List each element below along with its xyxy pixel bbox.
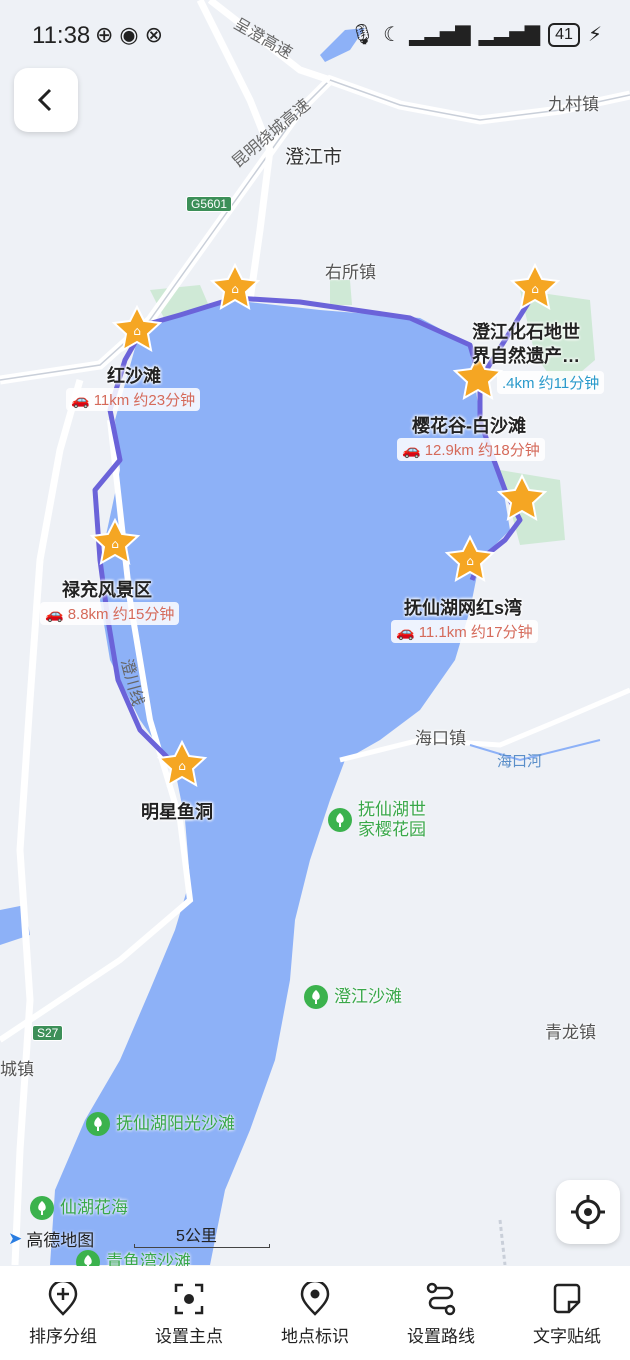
svg-text:⌂: ⌂ <box>466 554 474 568</box>
poi-park[interactable]: 抚仙湖世 家樱花园 <box>328 800 426 840</box>
stop-label[interactable]: 明星鱼洞 <box>141 798 213 824</box>
svg-text:⌂: ⌂ <box>111 537 119 551</box>
park-label: 仙湖花海 <box>60 1198 128 1217</box>
road-shield: S27 <box>32 1025 64 1041</box>
svg-text:⌂: ⌂ <box>133 324 141 338</box>
toolbar-set-main-point-button[interactable]: 设置主点 <box>126 1266 252 1360</box>
car-icon: 🚗 <box>396 623 415 641</box>
town-label: 青龙镇 <box>545 1023 596 1042</box>
road-shield: G5601 <box>186 196 233 212</box>
poi-park[interactable]: 抚仙湖阳光沙滩 <box>86 1112 235 1136</box>
stop-label[interactable]: 澄江化石地世 界自然遗产… <box>472 320 580 368</box>
tree-icon <box>304 985 328 1009</box>
poi-park[interactable]: 仙湖花海 <box>30 1196 128 1220</box>
segment-text: 11km 约23分钟 <box>93 392 196 409</box>
park-label: 澄江沙滩 <box>334 987 402 1006</box>
scale-bar: 5公里 <box>134 1222 270 1248</box>
chevron-left-icon <box>37 88 52 112</box>
bottom-toolbar: 排序分组 设置主点 地点标识 设置路线 文字贴纸 <box>0 1266 630 1360</box>
toolbar-label: 设置主点 <box>155 1327 223 1346</box>
crosshair-icon <box>571 1195 605 1229</box>
scale-line <box>134 1244 270 1248</box>
scale-label: 5公里 <box>176 1228 217 1245</box>
svg-text:⌂: ⌂ <box>178 759 186 773</box>
sticker-icon <box>553 1283 581 1314</box>
car-icon: 🚗 <box>45 605 64 623</box>
tree-icon <box>328 808 352 832</box>
tree-icon <box>86 1112 110 1136</box>
segment-info: 🚗 11km 约23分钟 <box>66 388 201 411</box>
park-label: 抚仙湖阳光沙滩 <box>116 1114 235 1133</box>
segment-text: .4km 约11分钟 <box>502 375 600 392</box>
segment-info: 🚗 8.8km 约15分钟 <box>40 602 180 625</box>
town-label: 九村镇 <box>548 95 599 114</box>
town-label: 澄江市 <box>285 147 343 168</box>
segment-info: 🚗 11.1km 约17分钟 <box>391 620 538 643</box>
back-button[interactable] <box>14 68 78 132</box>
svg-text:⌂: ⌂ <box>531 282 539 296</box>
locate-button[interactable] <box>556 1180 620 1244</box>
add-pin-icon <box>48 1282 78 1316</box>
segment-text: 8.8km 约15分钟 <box>67 606 175 623</box>
battery-indicator: 41 <box>548 22 580 47</box>
toolbar-label: 地点标识 <box>281 1327 349 1346</box>
segment-info: 🚗 12.9km 约18分钟 <box>397 438 545 461</box>
brand-text: 高德地图 <box>26 1231 95 1250</box>
status-time: 11:38 <box>32 22 91 49</box>
stop-label[interactable]: 抚仙湖网红s湾 <box>404 594 522 620</box>
status-bar: 11:38 ⊕◉⊗ 🎙 ☾ ▂▃▅▇ ▂▃▅▇ 41 ⚡ <box>0 0 630 70</box>
moon-icon: ☾ <box>383 24 402 46</box>
status-right: 🎙 ☾ ▂▃▅▇ ▂▃▅▇ 41 ⚡ <box>350 22 602 47</box>
navigation-arrow-icon: ➤ <box>8 1228 23 1248</box>
segment-text: 12.9km 约18分钟 <box>424 442 540 459</box>
map-brand: ➤ 高德地图 <box>8 1226 94 1251</box>
town-label: 海口镇 <box>415 729 466 748</box>
signal-icon: ▂▃▅▇ <box>478 24 541 46</box>
toolbar-label: 设置路线 <box>407 1327 475 1346</box>
toolbar-sort-group-button[interactable]: 排序分组 <box>0 1266 126 1360</box>
segment-info: .4km 约11分钟 <box>497 371 605 394</box>
town-label: 右所镇 <box>325 263 376 282</box>
stop-label[interactable]: 禄充风景区 <box>62 576 152 602</box>
park-label: 抚仙湖世 家樱花园 <box>358 800 426 839</box>
river-label: 海口河 <box>497 753 543 770</box>
toolbar-text-sticker-button[interactable]: 文字贴纸 <box>504 1266 630 1360</box>
stop-label[interactable]: 红沙滩 <box>107 362 161 388</box>
toolbar-label: 文字贴纸 <box>533 1327 601 1346</box>
status-icons: ⊕◉⊗ <box>95 22 170 47</box>
stop-label[interactable]: 樱花谷-白沙滩 <box>412 412 526 438</box>
green-area <box>330 280 352 305</box>
location-pin-icon <box>300 1282 330 1316</box>
toolbar-place-marker-button[interactable]: 地点标识 <box>252 1266 378 1360</box>
svg-text:⌂: ⌂ <box>231 282 239 296</box>
tree-icon <box>30 1196 54 1220</box>
route-icon <box>426 1282 456 1316</box>
signal-icon: ▂▃▅▇ <box>409 24 471 46</box>
mic-icon: 🎙 <box>349 24 376 46</box>
toolbar-set-route-button[interactable]: 设置路线 <box>378 1266 504 1360</box>
toolbar-label: 排序分组 <box>29 1327 97 1346</box>
charging-icon: ⚡ <box>587 24 602 46</box>
car-icon: 🚗 <box>71 391 90 409</box>
segment-text: 11.1km 约17分钟 <box>418 624 533 641</box>
poi-park[interactable]: 澄江沙滩 <box>304 985 402 1009</box>
car-icon: 🚗 <box>402 441 421 459</box>
town-label: 城镇 <box>0 1060 34 1079</box>
focus-point-icon <box>174 1283 204 1315</box>
